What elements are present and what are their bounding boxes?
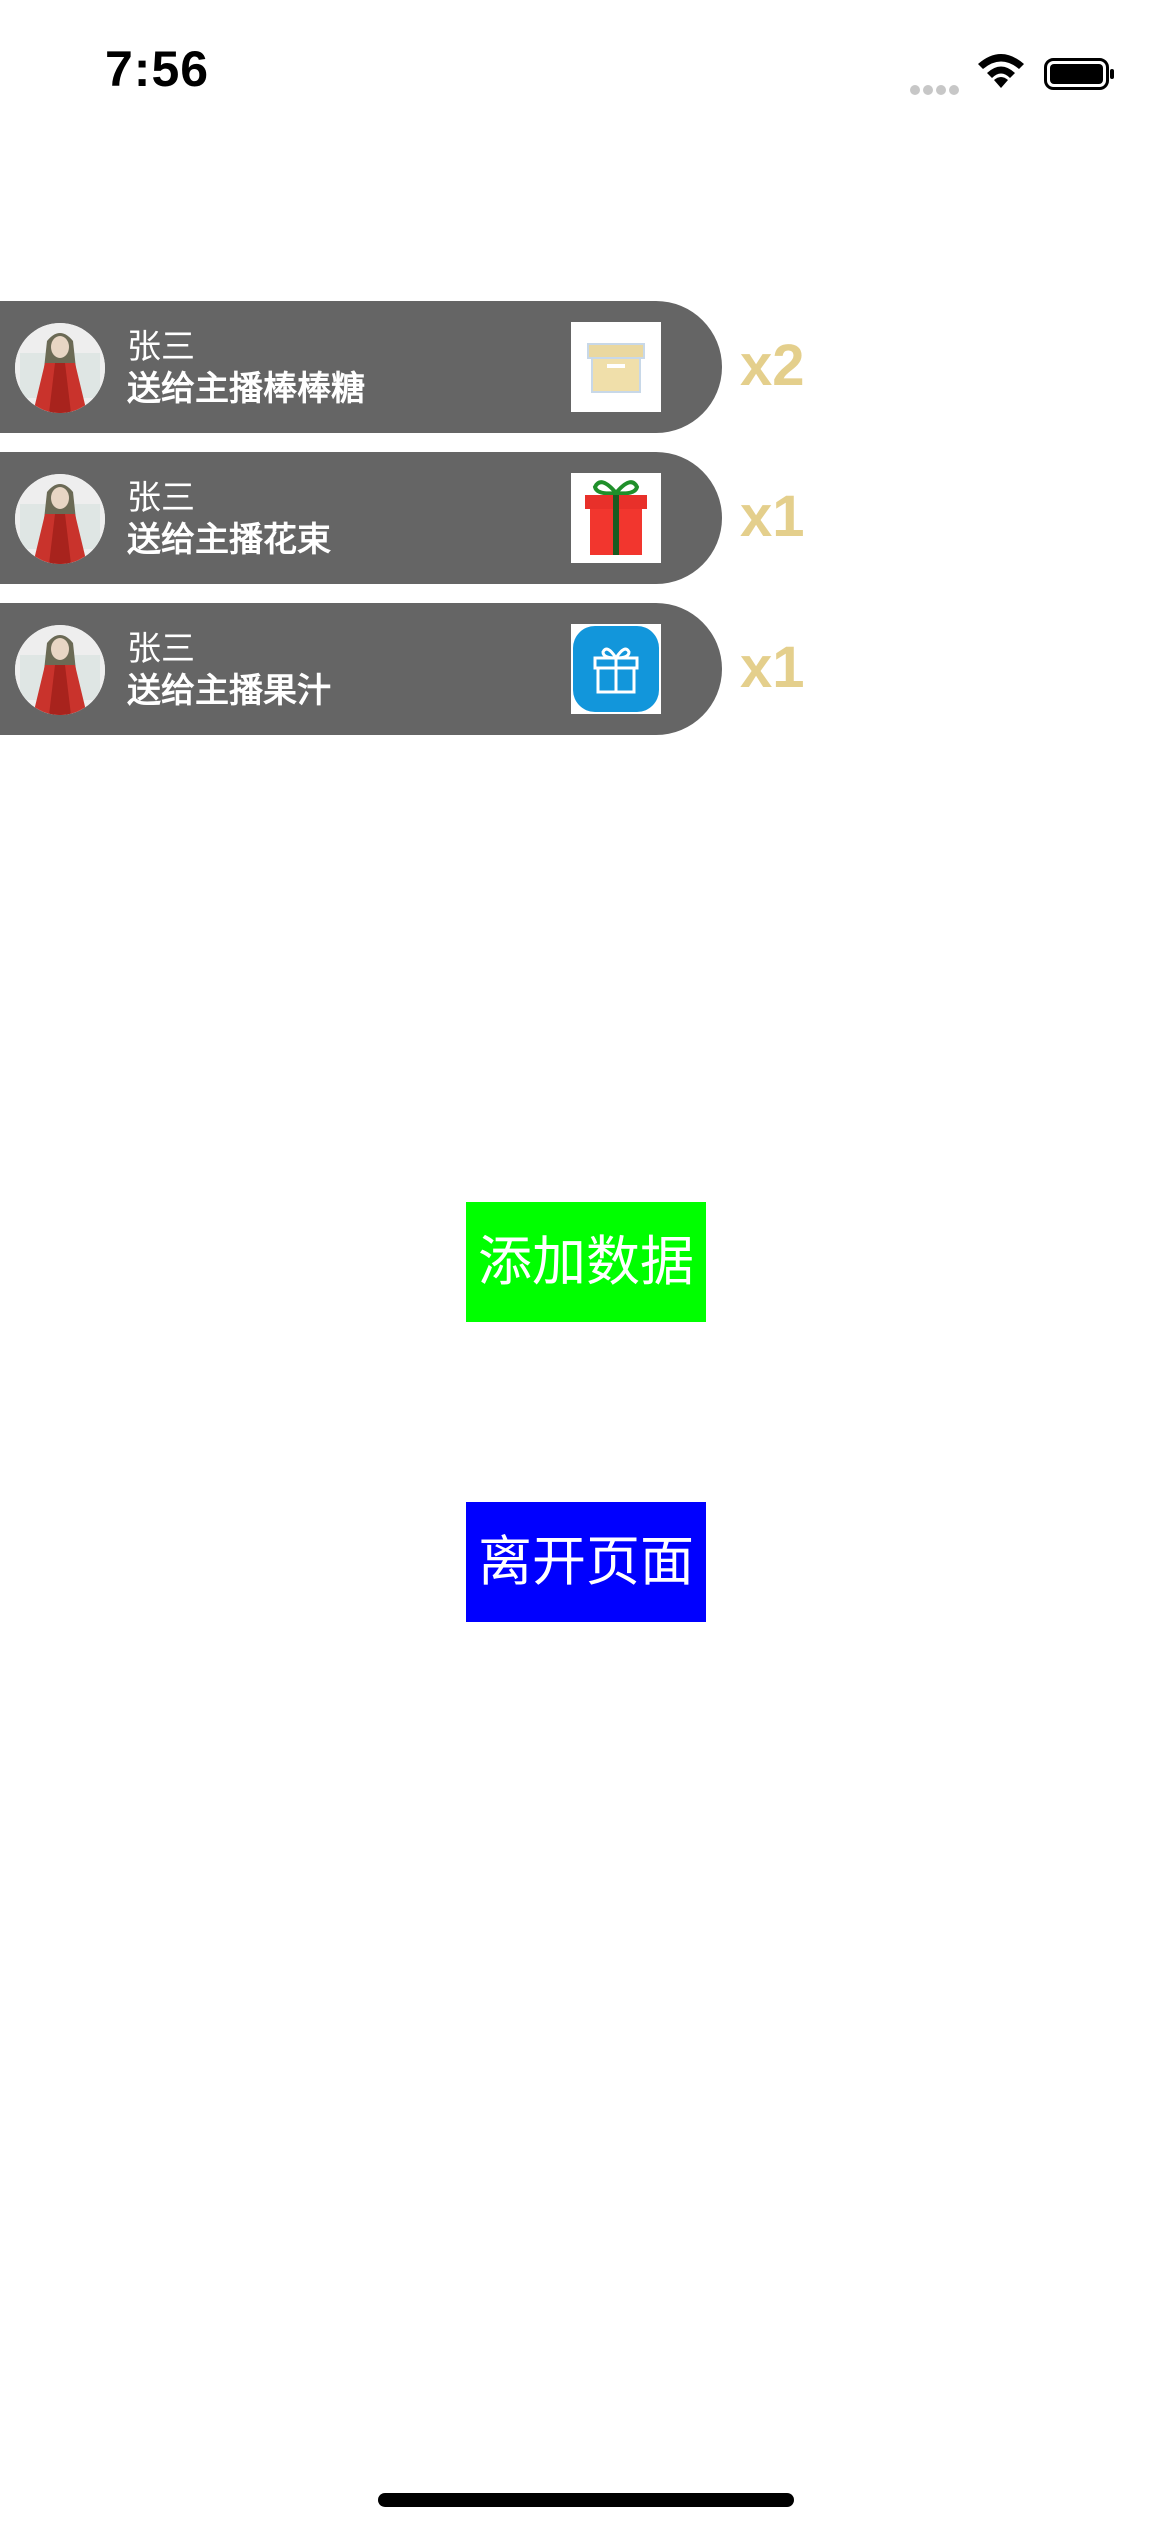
sender-name: 张三 <box>127 327 195 367</box>
avatar <box>15 474 105 564</box>
avatar <box>15 625 105 715</box>
gift-banner: 张三 送给主播果汁 x1 <box>0 603 830 735</box>
sender-name: 张三 <box>127 629 195 669</box>
gift-count: x1 <box>740 635 805 700</box>
screen: 7:56 张三 送给主播棒棒糖 x2 张三 送给主播花束 x1 张三 送给主播果… <box>0 0 1170 2532</box>
avatar <box>15 323 105 413</box>
status-time: 7:56 <box>105 41 210 97</box>
battery-icon <box>1044 58 1114 90</box>
cellular-signal-icon <box>910 80 962 95</box>
add-data-button[interactable]: 添加数据 <box>466 1202 706 1322</box>
gift-count: x2 <box>740 333 805 398</box>
wifi-icon <box>978 54 1024 88</box>
leave-page-button[interactable]: 离开页面 <box>466 1502 706 1622</box>
box-icon <box>571 322 661 412</box>
gift-description: 送给主播花束 <box>127 520 331 560</box>
gift-banner: 张三 送给主播棒棒糖 x2 <box>0 301 830 433</box>
gift-box-icon <box>571 473 661 563</box>
gift-banner: 张三 送给主播花束 x1 <box>0 452 830 584</box>
gift-description: 送给主播棒棒糖 <box>127 369 365 409</box>
gift-app-icon <box>571 624 661 714</box>
gift-description: 送给主播果汁 <box>127 671 331 711</box>
home-indicator[interactable] <box>378 2493 794 2507</box>
gift-count: x1 <box>740 484 805 549</box>
sender-name: 张三 <box>127 478 195 518</box>
